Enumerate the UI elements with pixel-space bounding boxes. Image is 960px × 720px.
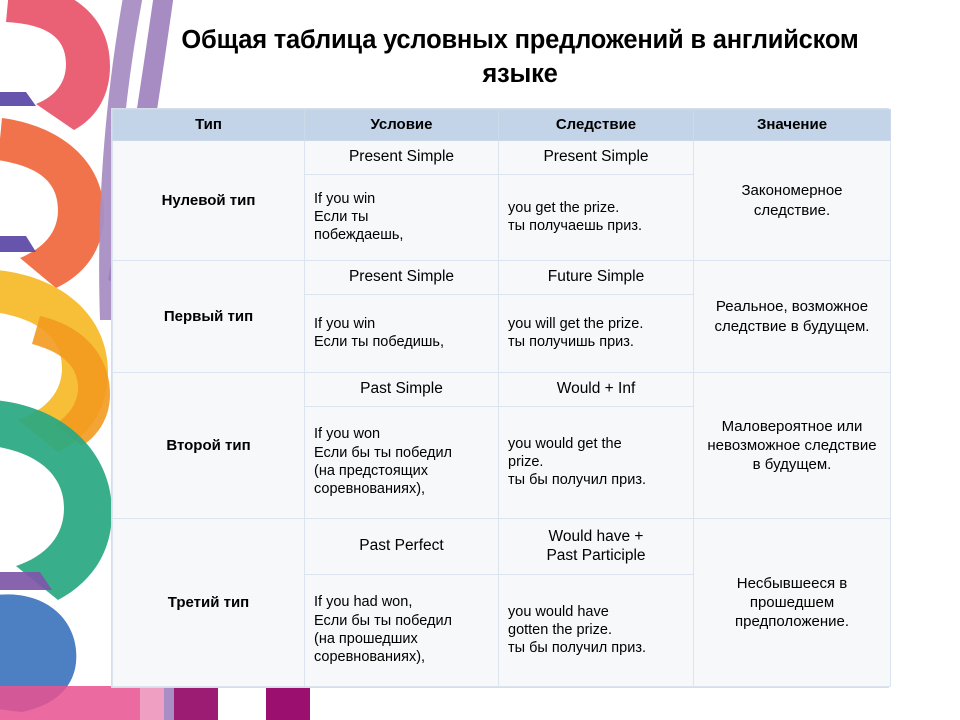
deco-blob-blue bbox=[0, 594, 77, 712]
deco-bottom-pink-block bbox=[140, 688, 164, 720]
condition-tense-label: Present Simple bbox=[305, 261, 498, 295]
column-header-result: Следствие bbox=[498, 109, 694, 141]
condition-tense-label: Past Simple bbox=[305, 373, 498, 407]
cell-condition: Past Perfect If you had won, Если бы ты … bbox=[304, 518, 499, 687]
condition-example-text: If you won Если бы ты победил (на предст… bbox=[305, 406, 498, 518]
cell-condition: Present Simple If you win Если ты победи… bbox=[304, 260, 499, 373]
condition-tense-label: Past Perfect bbox=[305, 519, 498, 575]
deco-arc-green bbox=[0, 400, 112, 600]
table-row: Первый тип Present Simple If you win Есл… bbox=[112, 260, 891, 373]
condition-tense-label: Present Simple bbox=[305, 141, 498, 175]
table-row: Третий тип Past Perfect If you had won, … bbox=[112, 518, 891, 687]
deco-arc-red bbox=[6, 0, 110, 130]
column-header-meaning: Значение bbox=[693, 109, 891, 141]
conditionals-table-container: Тип Условие Следствие Значение Нулевой т… bbox=[111, 108, 891, 688]
condition-example-text: If you had won, Если бы ты победил (на п… bbox=[305, 574, 498, 686]
deco-chevron-purple-3 bbox=[0, 572, 52, 590]
cell-meaning: Маловероятное или невозможное следствие … bbox=[693, 372, 891, 519]
result-example-text: you would have gotten the prize. ты бы п… bbox=[499, 574, 693, 686]
cell-meaning: Реальное, возможное следствие в будущем. bbox=[693, 260, 891, 373]
cell-result: Present Simple you get the prize. ты пол… bbox=[498, 140, 694, 261]
cell-condition: Past Simple If you won Если бы ты победи… bbox=[304, 372, 499, 519]
deco-chevron-purple-1 bbox=[0, 92, 36, 106]
column-header-type: Тип bbox=[112, 109, 305, 141]
result-example-text: you will get the prize. ты получишь приз… bbox=[499, 294, 693, 372]
cell-meaning: Закономерное следствие. bbox=[693, 140, 891, 261]
cell-type: Третий тип bbox=[112, 518, 305, 687]
cell-type: Второй тип bbox=[112, 372, 305, 519]
deco-band-pink bbox=[0, 686, 160, 720]
table-row: Второй тип Past Simple If you won Если б… bbox=[112, 372, 891, 519]
deco-arc-orange-inner bbox=[32, 316, 110, 446]
conditionals-table: Тип Условие Следствие Значение Нулевой т… bbox=[112, 109, 891, 687]
cell-condition: Present Simple If you win Если ты побежд… bbox=[304, 140, 499, 261]
table-row: Нулевой тип Present Simple If you win Ес… bbox=[112, 140, 891, 261]
cell-type: Нулевой тип bbox=[112, 140, 305, 261]
result-tense-label: Would have + Past Participle bbox=[499, 519, 693, 575]
cell-result: Future Simple you will get the prize. ты… bbox=[498, 260, 694, 373]
result-tense-label: Present Simple bbox=[499, 141, 693, 175]
cell-result: Would have + Past Participle you would ha… bbox=[498, 518, 694, 687]
cell-result: Would + Inf you would get the prize. ты … bbox=[498, 372, 694, 519]
page-title: Общая таблица условных предложений в анг… bbox=[181, 26, 859, 88]
result-example-text: you would get the prize. ты бы получил п… bbox=[499, 406, 693, 518]
cell-type: Первый тип bbox=[112, 260, 305, 373]
column-header-condition: Условие bbox=[304, 109, 499, 141]
condition-example-text: If you win Если ты победишь, bbox=[305, 294, 498, 372]
result-tense-label: Future Simple bbox=[499, 261, 693, 295]
result-example-text: you get the prize. ты получаешь приз. bbox=[499, 174, 693, 260]
table-header-row: Тип Условие Следствие Значение bbox=[112, 109, 891, 141]
result-tense-label: Would + Inf bbox=[499, 373, 693, 407]
slide-canvas: Общая таблица условных предложений в анг… bbox=[0, 0, 960, 720]
condition-example-text: If you win Если ты побеждаешь, bbox=[305, 174, 498, 260]
deco-chevron-purple-2 bbox=[0, 236, 36, 252]
deco-arc-yellow bbox=[0, 270, 108, 452]
cell-meaning: Несбывшееся в прошедшем предположение. bbox=[693, 518, 891, 687]
deco-arc-orange bbox=[0, 118, 104, 288]
